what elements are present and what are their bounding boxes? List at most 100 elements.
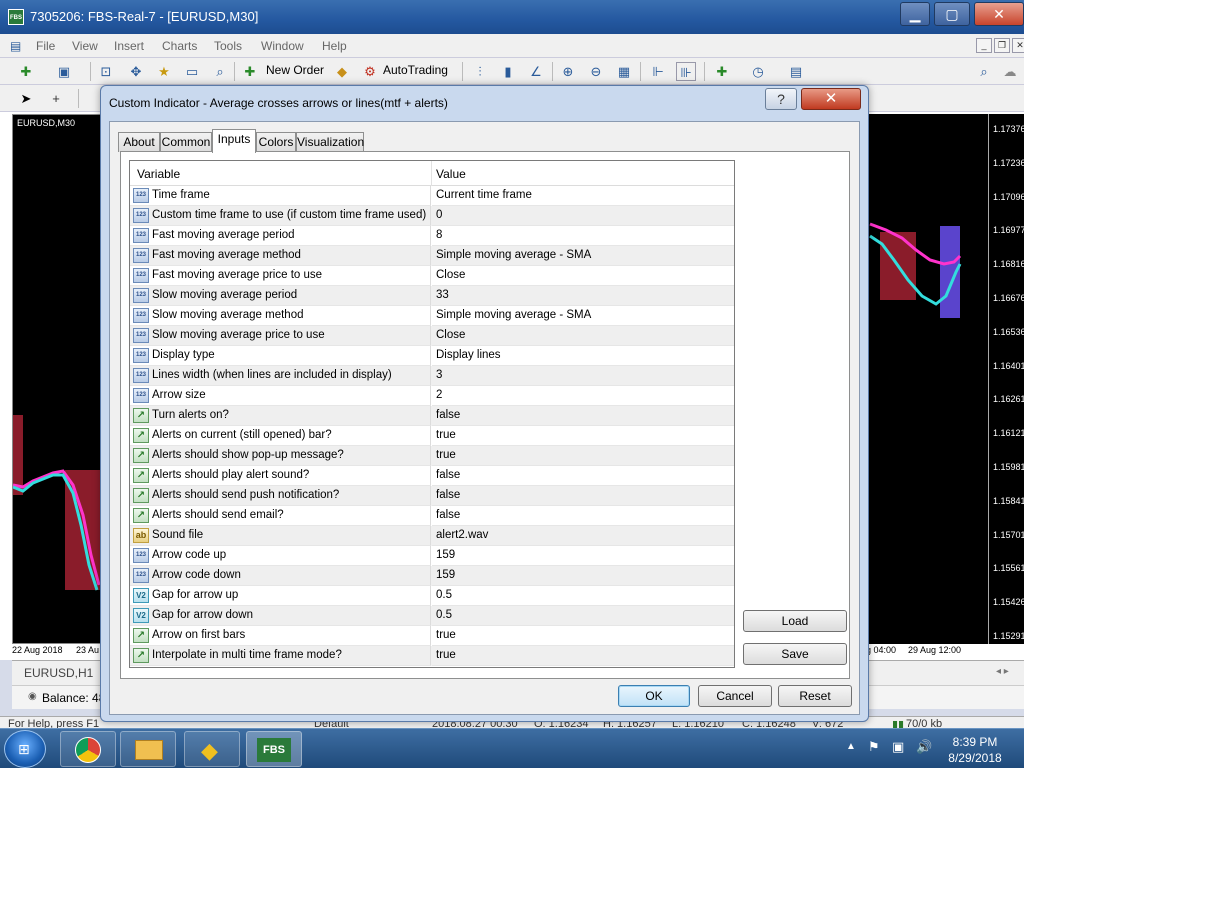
param-row[interactable]: 123 Fast moving average method Simple movi… [130, 246, 734, 266]
tab-visualization[interactable]: Visualization [296, 132, 364, 152]
param-value-cell[interactable]: true [432, 426, 734, 446]
new-order-button[interactable]: New Order [266, 63, 324, 77]
reset-button[interactable]: Reset [778, 685, 852, 707]
param-variable-cell[interactable]: 123 Slow moving average period [130, 286, 431, 306]
param-value-cell[interactable]: false [432, 466, 734, 486]
param-row[interactable]: 123 Display type Display lines [130, 346, 734, 366]
param-row[interactable]: 123 Arrow size 2 [130, 386, 734, 406]
dialog-close-button[interactable]: ✕ [801, 88, 861, 110]
param-variable-cell[interactable]: 123 Fast moving average price to use [130, 266, 431, 286]
new-chart-icon[interactable]: ✚ [16, 62, 36, 81]
param-variable-cell[interactable]: ↗ Alerts should send email? [130, 506, 431, 526]
maximize-button[interactable]: ▢ [934, 2, 970, 26]
param-variable-cell[interactable]: ↗ Alerts should play alert sound? [130, 466, 431, 486]
param-value-cell[interactable]: true [432, 646, 734, 666]
param-row[interactable]: ↗ Alerts should play alert sound? false [130, 466, 734, 486]
param-row[interactable]: ↗ Turn alerts on? false [130, 406, 734, 426]
param-row[interactable]: 123 Slow moving average price to use Close [130, 326, 734, 346]
column-header-value[interactable]: Value [436, 167, 466, 181]
explorer-task-button[interactable] [120, 731, 176, 767]
chart-left-visible[interactable]: EURUSD,M30 22 Aug 2018 [12, 114, 108, 657]
param-row[interactable]: V2 Gap for arrow up 0.5 [130, 586, 734, 606]
param-row[interactable]: ↗ Interpolate in multi time frame mode? tr… [130, 646, 734, 666]
param-variable-cell[interactable]: 123 Lines width (when lines are included … [130, 366, 431, 386]
param-value-cell[interactable]: 0.5 [432, 586, 734, 606]
cursor-icon[interactable]: ➤ [16, 89, 36, 108]
param-value-cell[interactable]: 159 [432, 546, 734, 566]
param-value-cell[interactable]: Display lines [432, 346, 734, 366]
param-row[interactable]: 123 Fast moving average price to use Close [130, 266, 734, 286]
param-variable-cell[interactable]: 123 Custom time frame to use (if custom t… [130, 206, 431, 226]
network-icon[interactable]: ▣ [892, 739, 904, 755]
menu-view[interactable]: View [72, 39, 98, 53]
tile-windows-icon[interactable]: ▦ [614, 62, 634, 81]
param-variable-cell[interactable]: 123 Arrow code up [130, 546, 431, 566]
param-variable-cell[interactable]: 123 Display type [130, 346, 431, 366]
param-variable-cell[interactable]: ab Sound file [130, 526, 431, 546]
fbs-task-button[interactable]: FBS [246, 731, 302, 767]
param-row[interactable]: 123 Lines width (when lines are included … [130, 366, 734, 386]
menu-window[interactable]: Window [261, 39, 304, 53]
terminal-icon[interactable]: ▭ [182, 62, 202, 81]
param-row[interactable]: ↗ Alerts on current (still opened) bar? tr… [130, 426, 734, 446]
param-variable-cell[interactable]: 123 Time frame [130, 186, 431, 206]
chat-icon[interactable]: ☁ [1000, 62, 1020, 81]
param-row[interactable]: ↗ Alerts should send email? false [130, 506, 734, 526]
param-variable-cell[interactable]: 123 Fast moving average method [130, 246, 431, 266]
param-value-cell[interactable]: 2 [432, 386, 734, 406]
tab-colors[interactable]: Colors [256, 132, 296, 152]
param-row[interactable]: ↗ Arrow on first bars true [130, 626, 734, 646]
param-row[interactable]: ↗ Alerts should send push notification? fa… [130, 486, 734, 506]
mdi-close-button[interactable]: ✕ [1012, 38, 1024, 53]
chart-tab-eurusd-h1[interactable]: EURUSD,H1 [24, 666, 93, 680]
mdi-minimize-button[interactable]: _ [976, 38, 992, 53]
param-row[interactable]: 123 Fast moving average period 8 [130, 226, 734, 246]
ok-button[interactable]: OK [618, 685, 690, 707]
param-value-cell[interactable]: 33 [432, 286, 734, 306]
param-value-cell[interactable]: 159 [432, 566, 734, 586]
tab-about[interactable]: About [118, 132, 160, 152]
param-variable-cell[interactable]: V2 Gap for arrow down [130, 606, 431, 626]
bar-chart-icon[interactable]: ⫶ [470, 62, 490, 81]
param-row[interactable]: ab Sound file alert2.wav [130, 526, 734, 546]
chrome-task-button[interactable] [60, 731, 116, 767]
indicators-icon[interactable]: ✚ [712, 62, 732, 81]
param-row[interactable]: 123 Time frame Current time frame [130, 186, 734, 206]
metaeditor-icon[interactable]: ◆ [332, 62, 352, 81]
param-variable-cell[interactable]: V2 Gap for arrow up [130, 586, 431, 606]
mdi-restore-button[interactable]: ❐ [994, 38, 1010, 53]
auto-scroll-icon[interactable]: ⊩ [648, 62, 668, 81]
data-window-icon[interactable]: ✥ [126, 62, 146, 81]
param-variable-cell[interactable]: ↗ Turn alerts on? [130, 406, 431, 426]
param-value-cell[interactable]: false [432, 506, 734, 526]
volume-icon[interactable]: 🔊 [916, 739, 932, 755]
load-button[interactable]: Load [743, 610, 847, 632]
param-value-cell[interactable]: Close [432, 326, 734, 346]
param-value-cell[interactable]: 0.5 [432, 606, 734, 626]
strategy-tester-icon[interactable]: ⌕ [210, 62, 230, 81]
param-variable-cell[interactable]: 123 Slow moving average price to use [130, 326, 431, 346]
param-row[interactable]: 123 Slow moving average method Simple movi… [130, 306, 734, 326]
param-variable-cell[interactable]: ↗ Alerts should show pop-up message? [130, 446, 431, 466]
scroll-arrows-icon[interactable]: ◂ ▸ [996, 666, 1009, 677]
param-row[interactable]: V2 Gap for arrow down 0.5 [130, 606, 734, 626]
chart-shift-icon[interactable]: ⊪ [676, 62, 696, 81]
cancel-button[interactable]: Cancel [698, 685, 772, 707]
menu-insert[interactable]: Insert [114, 39, 144, 53]
param-variable-cell[interactable]: ↗ Arrow on first bars [130, 626, 431, 646]
column-header-variable[interactable]: Variable [137, 167, 180, 181]
menu-help[interactable]: Help [322, 39, 347, 53]
periods-icon[interactable]: ◷ [748, 62, 768, 81]
action-center-icon[interactable]: ⚑ [868, 739, 880, 755]
param-variable-cell[interactable]: 123 Arrow size [130, 386, 431, 406]
tab-common[interactable]: Common [160, 132, 212, 152]
param-row[interactable]: 123 Arrow code down 159 [130, 566, 734, 586]
param-value-cell[interactable]: Simple moving average - SMA [432, 306, 734, 326]
metaeditor-task-button[interactable]: ◆ [184, 731, 240, 767]
save-button[interactable]: Save [743, 643, 847, 665]
menu-file[interactable]: File [36, 39, 55, 53]
param-variable-cell[interactable]: ↗ Interpolate in multi time frame mode? [130, 646, 431, 666]
param-variable-cell[interactable]: ↗ Alerts should send push notification? [130, 486, 431, 506]
tab-inputs[interactable]: Inputs [212, 129, 256, 153]
param-value-cell[interactable]: true [432, 626, 734, 646]
